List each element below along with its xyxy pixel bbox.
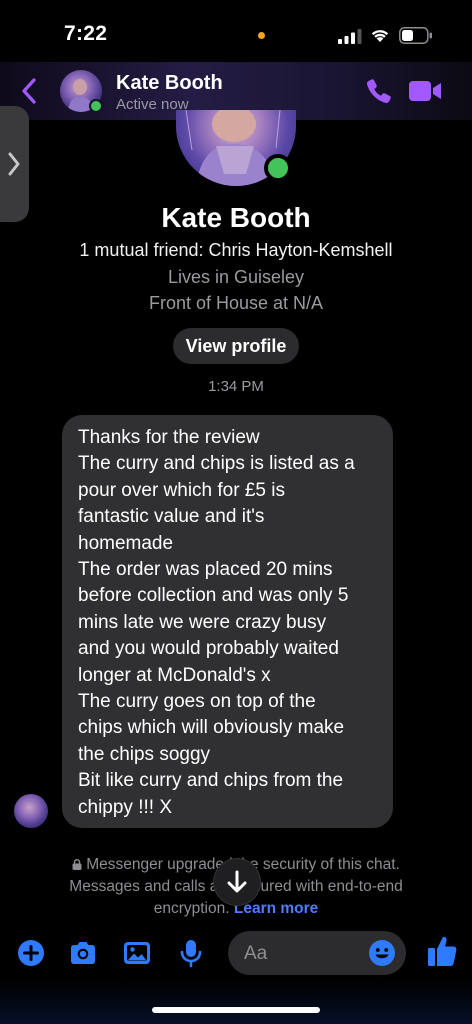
message-line: Thanks for the review (78, 427, 260, 448)
plus-icon[interactable] (16, 938, 46, 968)
lock-icon (72, 859, 82, 870)
sender-avatar[interactable] (14, 794, 48, 828)
message-line: mins late we were crazy busy (78, 611, 327, 633)
thumbs-up-icon[interactable] (426, 934, 458, 968)
message-line: Bit like curry and chips from the (78, 770, 344, 792)
home-indicator[interactable] (152, 1007, 320, 1013)
message-line: The curry and chips is listed as a (78, 453, 355, 475)
message-line: The curry goes on top of the (78, 691, 316, 713)
message-line: chippy !!! X (78, 796, 172, 818)
view-profile-button[interactable]: View profile (173, 328, 299, 364)
message-placeholder: Aa (244, 943, 268, 964)
message-bubble[interactable]: Thanks for the review The curry and chips… (62, 415, 393, 828)
battery-icon (399, 27, 432, 44)
signal-icon (338, 29, 362, 44)
message-line: longer at McDonald's x (78, 664, 271, 686)
wifi-icon (371, 30, 389, 42)
online-indicator (89, 99, 103, 113)
home-bar-area (0, 980, 472, 1024)
message-input[interactable]: Aa (228, 931, 406, 975)
message-line: the chips soggy (78, 743, 211, 765)
contact-name[interactable]: Kate Booth (116, 72, 223, 95)
phone-icon[interactable] (365, 77, 393, 105)
chevron-right-icon (8, 152, 20, 176)
video-camera-icon[interactable] (408, 79, 442, 103)
message-line: chips which will obviously make (78, 717, 345, 739)
image-icon[interactable] (122, 938, 152, 968)
profile-name: Kate Booth (161, 202, 311, 233)
arrow-down-icon (227, 870, 247, 893)
emoji-icon[interactable] (368, 939, 396, 967)
camera-icon[interactable] (68, 938, 98, 968)
privacy-indicator-dot (258, 32, 265, 39)
back-chevron-icon[interactable] (18, 76, 40, 106)
message-timestamp: 1:34 PM (208, 378, 264, 395)
message-line: The order was placed 20 mins (78, 559, 333, 581)
profile-online-indicator (264, 154, 292, 182)
scroll-to-bottom-button[interactable] (214, 859, 260, 905)
message-composer: Aa (0, 926, 472, 978)
message-line: homemade (78, 532, 174, 554)
status-time: 7:22 (64, 22, 108, 45)
status-bar: 7:22 (0, 0, 472, 62)
mutual-friends: 1 mutual friend: Chris Hayton-Kemshell (79, 240, 393, 260)
microphone-icon[interactable] (176, 938, 206, 968)
profile-work: Front of House at N/A (148, 293, 324, 313)
message-line: fantastic value and it's (78, 506, 265, 528)
profile-location: Lives in Guiseley (167, 267, 305, 287)
message-line: pour over which for £5 is (78, 479, 285, 501)
message-line: before collection and was only 5 (78, 585, 349, 607)
message-line: and you would probably waited (78, 638, 339, 660)
